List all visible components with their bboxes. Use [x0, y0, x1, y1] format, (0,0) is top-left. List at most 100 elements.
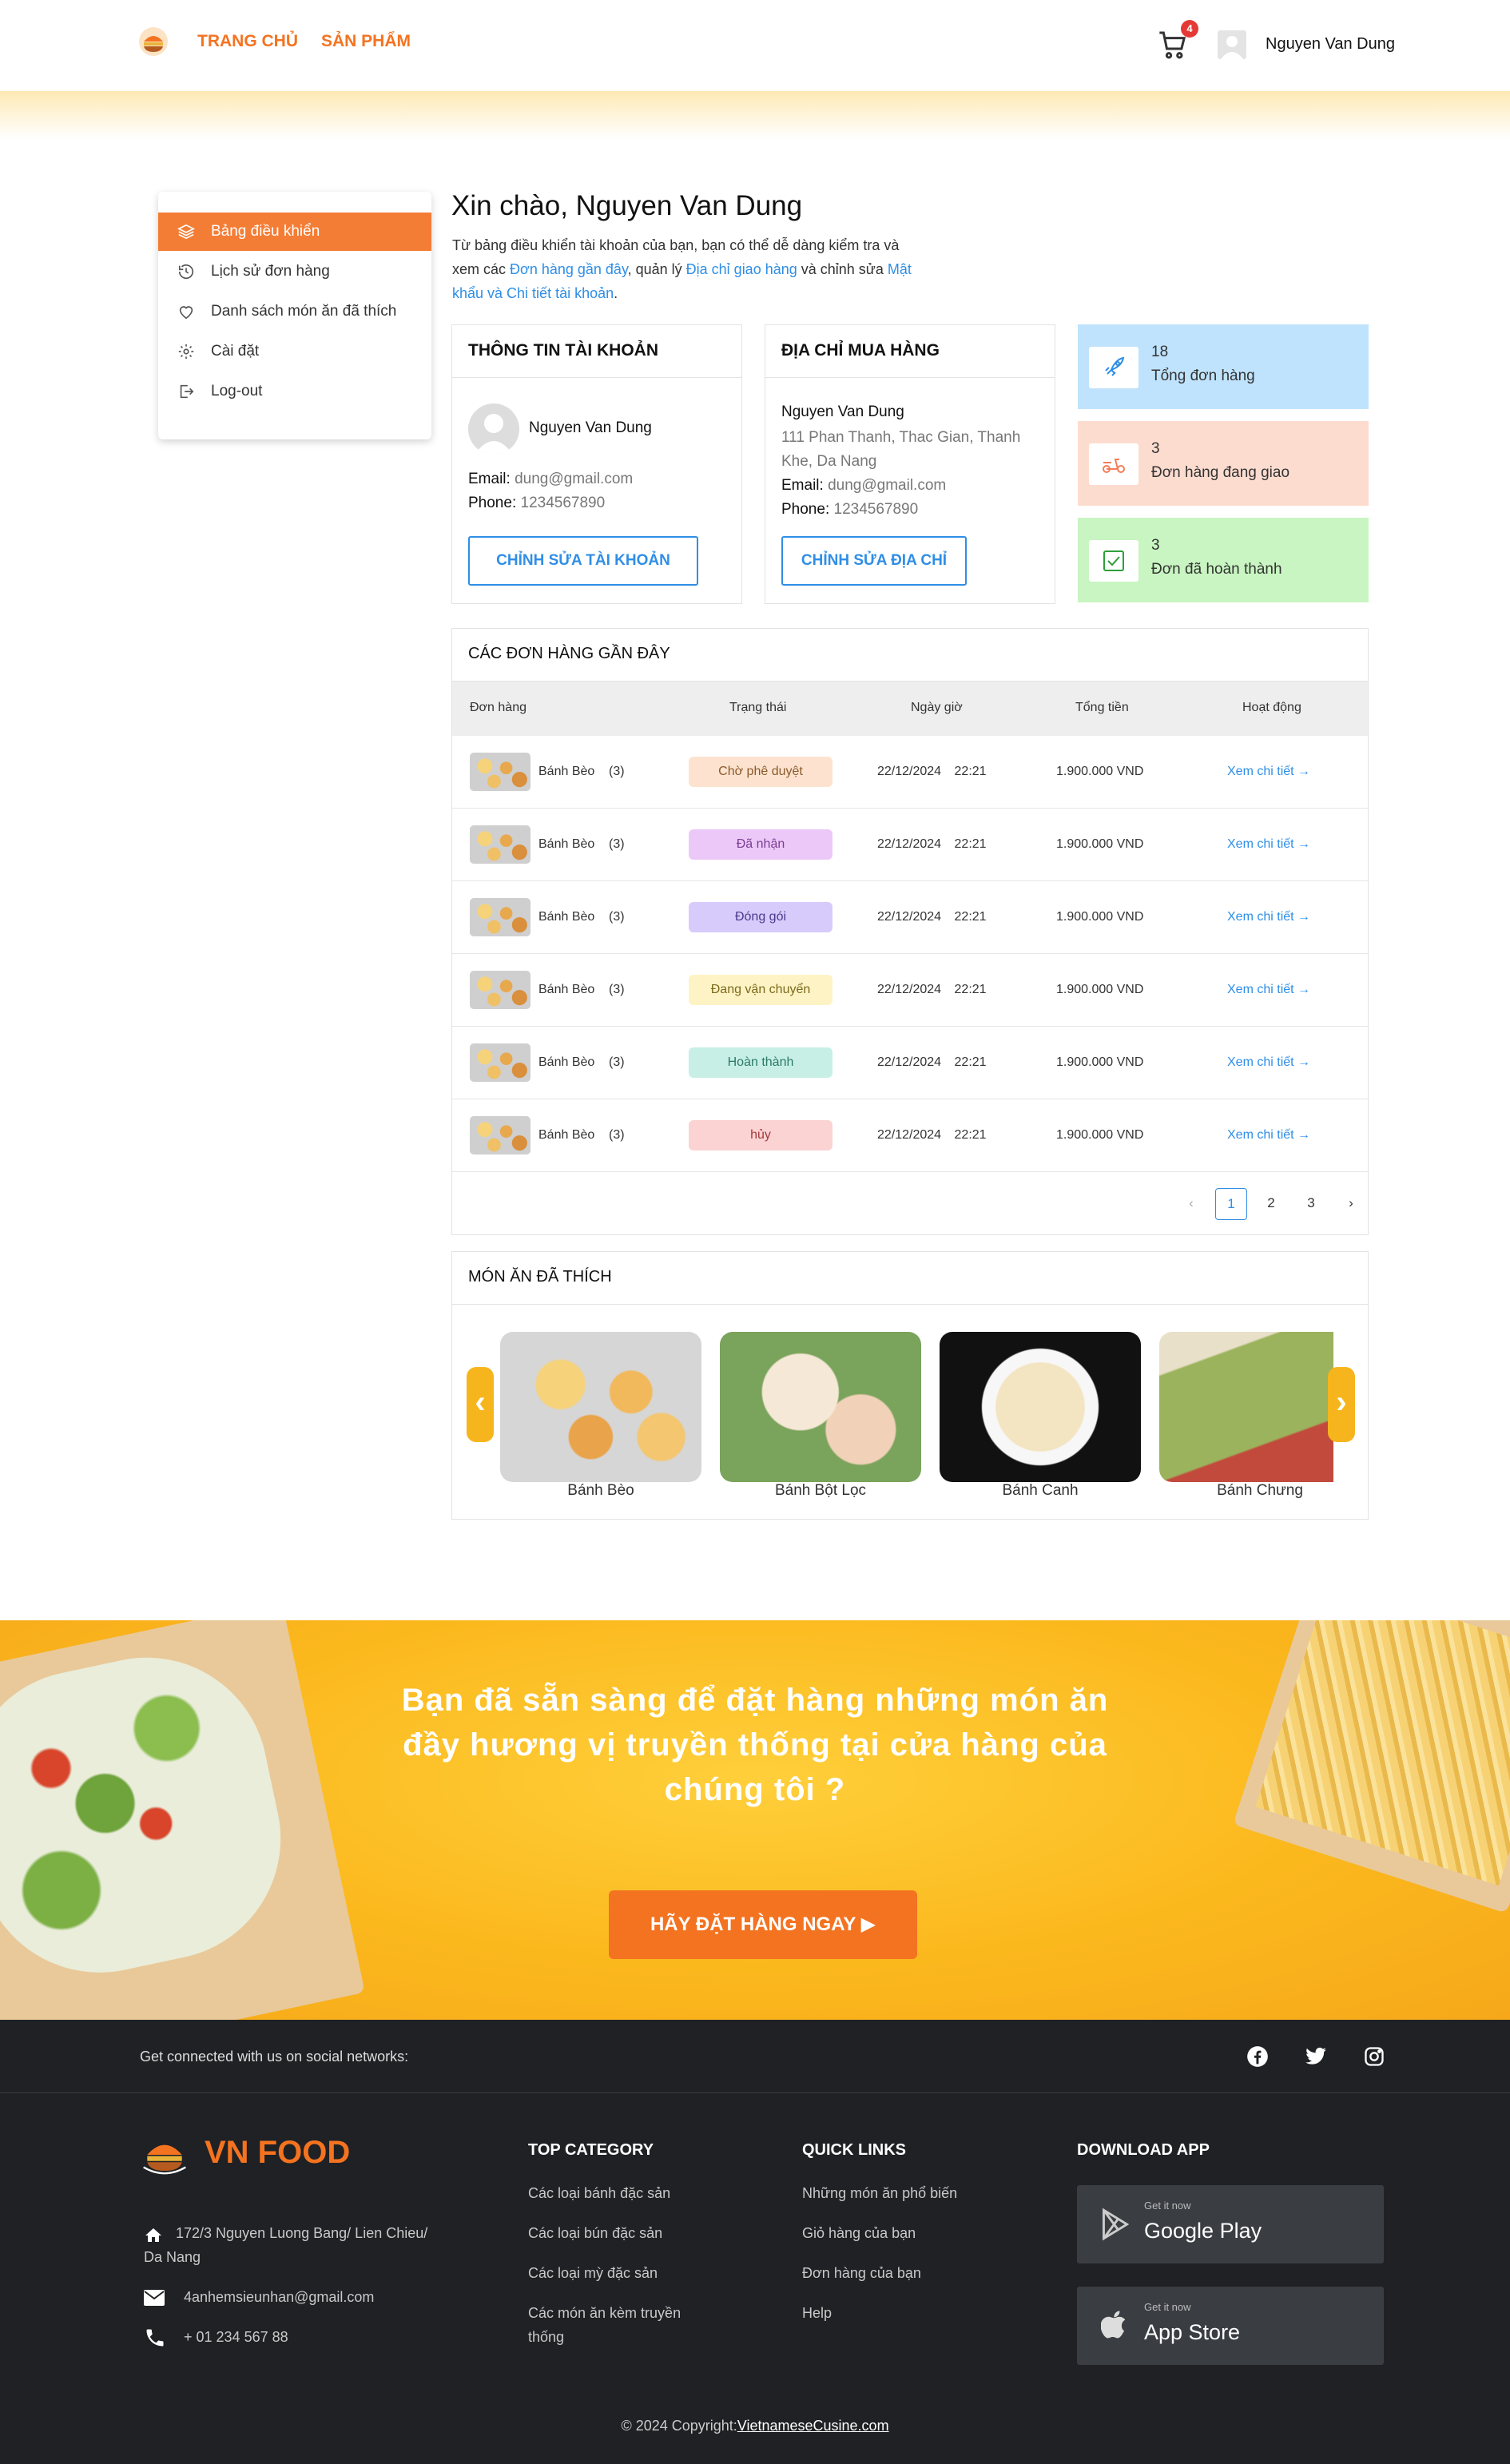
favorite-dishes-card: MÓN ĂN ĐÃ THÍCH Bánh Bèo Bánh Bột Lọc Bá… [451, 1251, 1369, 1520]
table-row: Bánh Bèo (3) Chờ phê duyệt 22/12/2024 22:21… [452, 736, 1368, 809]
favorite-name[interactable]: Bánh Bèo [500, 1482, 701, 1500]
recent-orders-link[interactable]: Đơn hàng gần đây [510, 261, 628, 277]
order-datetime: 22/12/2024 22:21 [877, 1128, 987, 1142]
sidebar-item-label: Lịch sử đơn hàng [211, 263, 330, 280]
footer-link[interactable]: Các loại bún đặc sản [528, 2221, 662, 2245]
status-badge: Đóng gói [689, 902, 832, 932]
view-details-label: Xem chi tiết [1227, 1055, 1294, 1069]
view-details-link[interactable]: Xem chi tiết → [1227, 765, 1310, 779]
footer-link[interactable]: Giỏ hàng của bạn [802, 2221, 916, 2245]
order-datetime: 22/12/2024 22:21 [877, 765, 987, 778]
arrow-right-icon: → [1297, 1128, 1311, 1142]
order-total: 1.900.000 VND [1056, 910, 1144, 924]
carousel-prev-button[interactable]: ‹ [467, 1367, 494, 1442]
address-line: 111 Phan Thanh, Thac Gian, Thanh Khe, Da… [781, 429, 1021, 470]
email-label: Email: [781, 477, 824, 494]
favorite-image[interactable] [940, 1332, 1141, 1482]
copyright-link[interactable]: VietnameseCusine.com [737, 2418, 889, 2434]
pagination-prev[interactable]: ‹ [1175, 1188, 1207, 1220]
order-product-name: Bánh Bèo [538, 1055, 595, 1069]
address-link[interactable]: Địa chỉ giao hàng [686, 261, 797, 277]
order-total: 1.900.000 VND [1056, 765, 1144, 778]
favorite-name[interactable]: Bánh Bột Lọc [720, 1482, 921, 1500]
order-thumbnail [470, 753, 530, 791]
header-user-name[interactable]: Nguyen Van Dung [1266, 35, 1395, 54]
phone-label: Phone: [468, 495, 517, 511]
view-details-label: Xem chi tiết [1227, 983, 1294, 996]
footer-link[interactable]: Những món ăn phổ biến [802, 2181, 957, 2205]
footer-link[interactable]: Các loại mỳ đặc sản [528, 2261, 658, 2285]
address-name: Nguyen Van Dung [781, 403, 904, 420]
pagination-page-1[interactable]: 1 [1215, 1188, 1247, 1220]
nav-home[interactable]: TRANG CHỦ [197, 32, 298, 51]
view-details-link[interactable]: Xem chi tiết → [1227, 1128, 1310, 1143]
orders-table-header: Đơn hàng Trạng thái Ngày giờ Tổng tiền H… [452, 682, 1368, 736]
site-logo[interactable] [137, 26, 169, 58]
shipping-address-card: ĐỊA CHỈ MUA HÀNG Nguyen Van Dung 111 Pha… [765, 324, 1055, 604]
app-store-button[interactable]: Get it now App Store [1077, 2287, 1384, 2365]
nav-products[interactable]: SẢN PHẨM [321, 32, 411, 51]
order-quantity: (3) [609, 983, 625, 996]
stat-label: Tổng đơn hàng [1151, 368, 1255, 384]
favorite-name[interactable]: Bánh Chưng [1159, 1482, 1361, 1500]
app-store-label: App Store [1144, 2320, 1241, 2344]
footer-phone[interactable]: + 01 234 567 88 [184, 2325, 288, 2349]
order-product-name: Bánh Bèo [538, 837, 595, 851]
footer-brand[interactable]: VN FOOD [205, 2135, 350, 2171]
pagination-page-2[interactable]: 2 [1255, 1188, 1287, 1220]
order-datetime: 22/12/2024 22:21 [877, 1055, 987, 1069]
sidebar-item-favorites[interactable]: Danh sách món ăn đã thích [158, 292, 431, 331]
pagination-page-3[interactable]: 3 [1295, 1188, 1327, 1220]
apple-icon [1100, 2307, 1128, 2343]
table-row: Bánh Bèo (3) Đóng gói 22/12/2024 22:21 1.900… [452, 881, 1368, 954]
edit-address-button[interactable]: CHỈNH SỬA ĐỊA CHỈ [781, 536, 967, 586]
instagram-icon[interactable] [1363, 2045, 1385, 2068]
order-total: 1.900.000 VND [1056, 1128, 1144, 1142]
footer-link[interactable]: Đơn hàng của bạn [802, 2261, 921, 2285]
favorite-name[interactable]: Bánh Canh [940, 1482, 1141, 1500]
view-details-link[interactable]: Xem chi tiết → [1227, 910, 1310, 924]
account-email: dung@gmail.com [515, 471, 634, 487]
google-play-label: Google Play [1144, 2219, 1262, 2243]
footer-link[interactable]: Các loại bánh đặc sản [528, 2181, 670, 2205]
order-quantity: (3) [609, 837, 625, 851]
favorite-image[interactable] [1159, 1332, 1333, 1482]
sidebar-item-order-history[interactable]: Lịch sử đơn hàng [158, 252, 431, 291]
footer-col1-title: TOP CATEGORY [528, 2141, 654, 2159]
order-thumbnail [470, 971, 530, 1009]
sidebar-item-logout[interactable]: Log-out [158, 372, 431, 411]
favorite-image[interactable] [500, 1332, 701, 1482]
view-details-link[interactable]: Xem chi tiết → [1227, 983, 1310, 997]
favorite-image[interactable] [720, 1332, 921, 1482]
sidebar-item-dashboard[interactable]: Bảng điều khiển [158, 213, 431, 251]
order-quantity: (3) [609, 1055, 625, 1069]
col-datetime: Ngày giờ [911, 701, 963, 714]
cart-count-badge: 4 [1181, 20, 1198, 38]
order-now-button[interactable]: HÃY ĐẶT HÀNG NGAY ▶ [609, 1890, 917, 1959]
order-datetime: 22/12/2024 22:21 [877, 837, 987, 851]
logout-icon [177, 383, 195, 400]
view-details-link[interactable]: Xem chi tiết → [1227, 1055, 1310, 1070]
account-avatar [468, 403, 519, 455]
google-play-button[interactable]: Get it now Google Play [1077, 2185, 1384, 2263]
user-avatar[interactable] [1218, 30, 1246, 59]
twitter-icon[interactable] [1304, 2045, 1328, 2068]
pagination-next[interactable]: › [1335, 1188, 1367, 1220]
phone-label: Phone: [781, 501, 830, 518]
order-datetime: 22/12/2024 22:21 [877, 910, 987, 924]
footer-link[interactable]: Help [802, 2301, 832, 2325]
sidebar-item-settings[interactable]: Cài đặt [158, 332, 431, 371]
footer-email[interactable]: 4anhemsieunhan@gmail.com [184, 2285, 374, 2309]
view-details-link[interactable]: Xem chi tiết → [1227, 837, 1310, 852]
edit-account-button[interactable]: CHỈNH SỬA TÀI KHOẢN [468, 536, 698, 586]
google-play-small: Get it now [1144, 2200, 1191, 2212]
address-phone: 1234567890 [833, 501, 919, 518]
footer-link[interactable]: Các món ăn kèm truyền thống [528, 2301, 720, 2349]
facebook-icon[interactable] [1246, 2045, 1269, 2068]
copyright-text: © 2024 Copyright: [621, 2418, 737, 2434]
col-status: Trạng thái [729, 701, 787, 714]
carousel-next-button[interactable]: › [1328, 1367, 1355, 1442]
col-action: Hoạt động [1242, 701, 1301, 714]
arrow-right-icon: → [1297, 765, 1311, 778]
arrow-right-icon: → [1297, 837, 1311, 851]
